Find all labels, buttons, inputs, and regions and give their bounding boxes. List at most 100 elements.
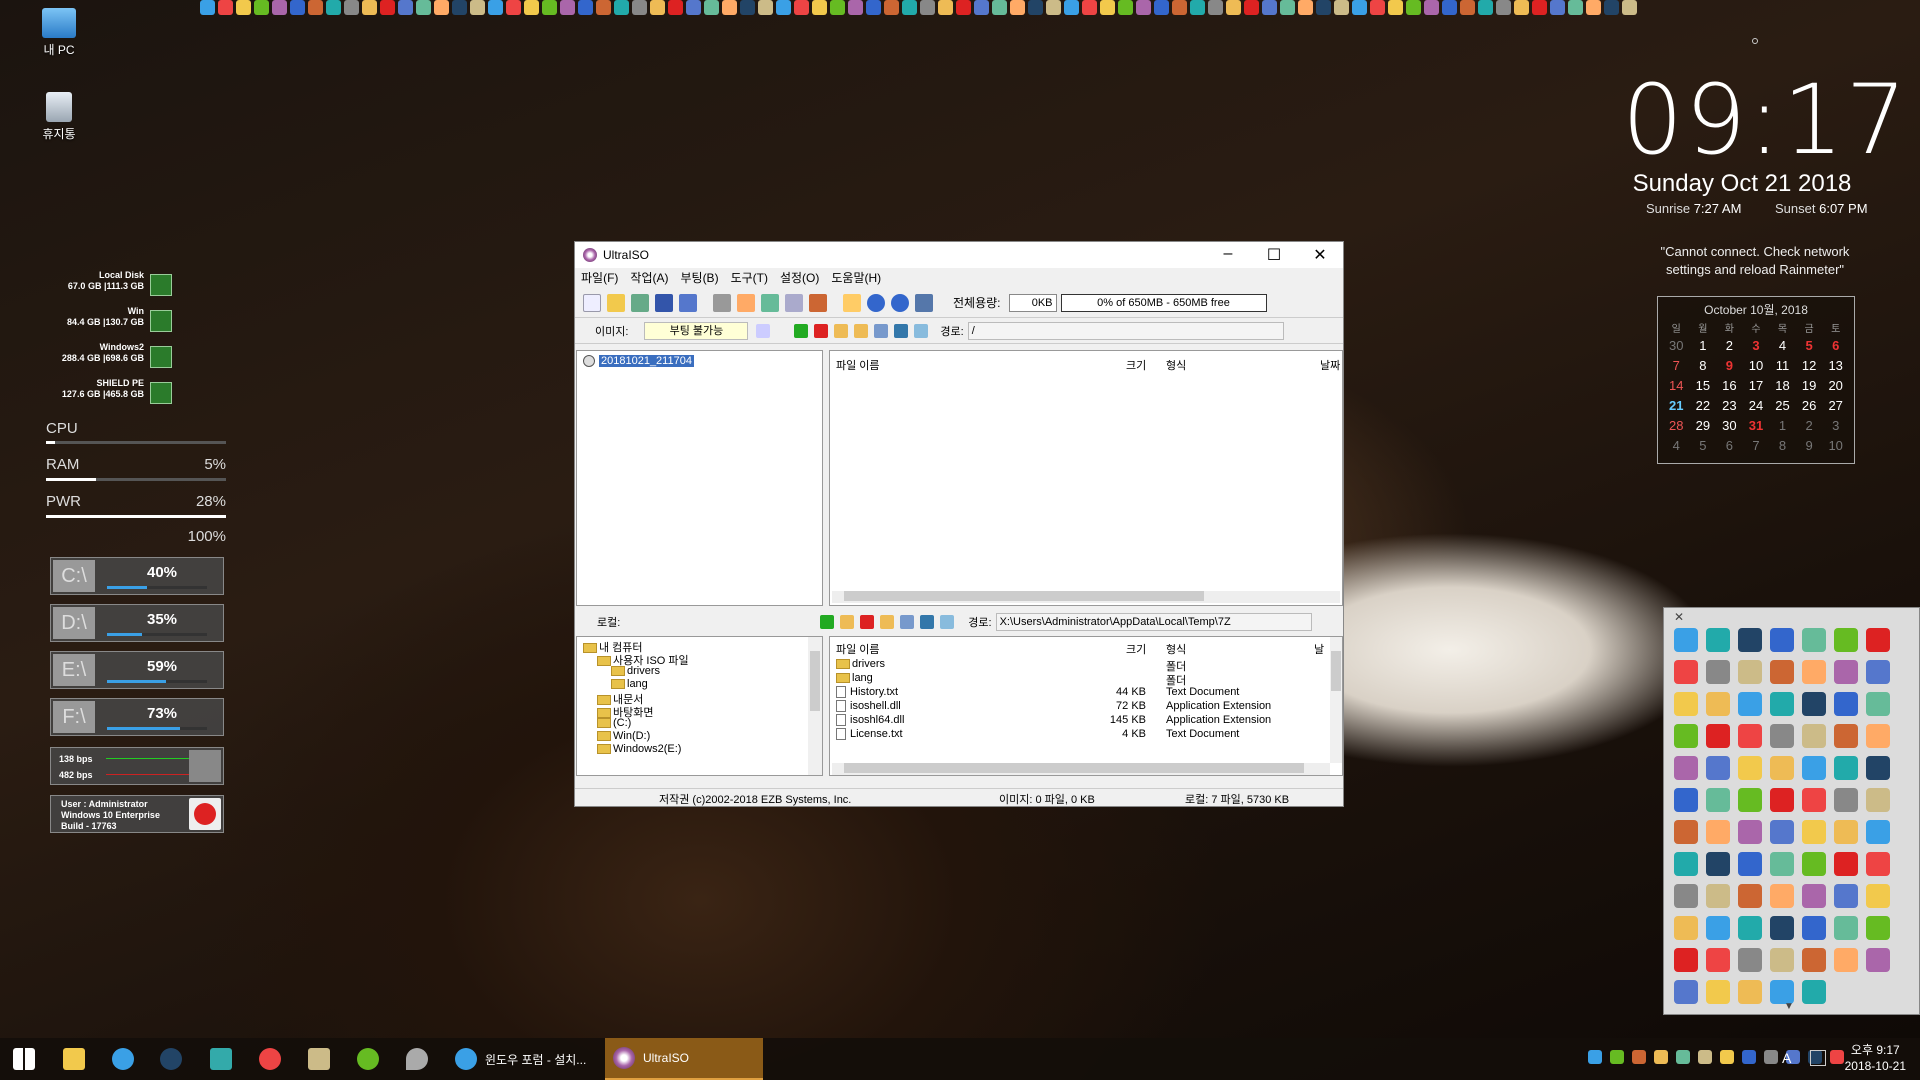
launcher-app-icon[interactable] bbox=[1802, 756, 1826, 780]
up-folder-icon[interactable] bbox=[794, 323, 809, 338]
launcher-app-icon[interactable] bbox=[1802, 628, 1826, 652]
launcher-app-icon[interactable] bbox=[1738, 980, 1762, 1004]
calendar-day[interactable]: 4 bbox=[1769, 335, 1796, 355]
file-explorer-icon[interactable] bbox=[63, 1048, 85, 1070]
quick-launch-icon[interactable] bbox=[902, 0, 917, 15]
calendar-day[interactable]: 26 bbox=[1796, 395, 1823, 415]
quick-launch-icon[interactable] bbox=[884, 0, 899, 15]
launcher-app-icon[interactable] bbox=[1866, 852, 1890, 876]
launcher-app-icon[interactable] bbox=[1674, 852, 1698, 876]
quick-launch-icon[interactable] bbox=[1496, 0, 1511, 15]
local-path-field[interactable]: X:\Users\Administrator\AppData\Local\Tem… bbox=[995, 613, 1312, 631]
launcher-app-icon[interactable] bbox=[1802, 820, 1826, 844]
launcher-app-icon[interactable] bbox=[1770, 884, 1794, 908]
calendar-day[interactable]: 13 bbox=[1822, 355, 1849, 375]
new-folder-icon[interactable] bbox=[834, 323, 849, 338]
local-file-list[interactable]: 파일 이름 크기 형식 날 drivers 폴더 lang 폴더 History.txt… bbox=[829, 636, 1343, 776]
menu-item[interactable]: 파일(F) bbox=[581, 268, 618, 288]
save-icon[interactable] bbox=[655, 293, 673, 312]
app-leaf-icon[interactable] bbox=[357, 1048, 379, 1070]
help-icon[interactable] bbox=[891, 293, 909, 312]
quick-launch-icon[interactable] bbox=[794, 0, 809, 15]
calendar-day[interactable]: 10 bbox=[1743, 355, 1770, 375]
quick-launch-icon[interactable] bbox=[596, 0, 611, 15]
launcher-app-icon[interactable] bbox=[1866, 756, 1890, 780]
launcher-app-icon[interactable] bbox=[1674, 820, 1698, 844]
iso-file-list[interactable]: 파일 이름 크기 형식 날짜 bbox=[829, 350, 1343, 606]
quick-launch-icon[interactable] bbox=[668, 0, 683, 15]
launcher-app-icon[interactable] bbox=[1706, 884, 1730, 908]
column-header-name[interactable]: 파일 이름 bbox=[836, 357, 880, 373]
exit-icon[interactable] bbox=[915, 293, 933, 312]
menu-item[interactable]: 부팅(B) bbox=[680, 268, 718, 288]
calendar-day[interactable]: 8 bbox=[1690, 355, 1717, 375]
launcher-app-icon[interactable] bbox=[1706, 756, 1730, 780]
open-icon[interactable] bbox=[607, 293, 625, 312]
calendar-day[interactable]: 9 bbox=[1716, 355, 1743, 375]
menu-item[interactable]: 도움말(H) bbox=[831, 268, 881, 288]
tray-icon[interactable] bbox=[1830, 1050, 1844, 1064]
launcher-app-icon[interactable] bbox=[1706, 820, 1730, 844]
calendar-day[interactable]: 20 bbox=[1822, 375, 1849, 395]
quick-launch-icon[interactable] bbox=[1586, 0, 1601, 15]
folder-icon[interactable] bbox=[854, 323, 869, 338]
calendar-day[interactable]: 2 bbox=[1716, 335, 1743, 355]
quick-launch-icon[interactable] bbox=[704, 0, 719, 15]
quick-launch-icon[interactable] bbox=[992, 0, 1007, 15]
calendar-day[interactable]: 22 bbox=[1690, 395, 1717, 415]
tree-item[interactable]: drivers bbox=[611, 665, 660, 677]
quick-launch-icon[interactable] bbox=[1136, 0, 1151, 15]
launcher-app-icon[interactable] bbox=[1802, 852, 1826, 876]
quick-launch-icon[interactable] bbox=[1604, 0, 1619, 15]
app-box-icon[interactable] bbox=[210, 1048, 232, 1070]
tray-icon[interactable] bbox=[1720, 1050, 1734, 1064]
iso-tree-pane[interactable]: 20181021_211704 bbox=[576, 350, 823, 606]
quick-launch-icon[interactable] bbox=[1424, 0, 1439, 15]
calendar-day[interactable]: 12 bbox=[1796, 355, 1823, 375]
calendar-day[interactable]: 8 bbox=[1769, 435, 1796, 455]
column-header-date[interactable]: 날짜 bbox=[1320, 357, 1340, 373]
tray-icon[interactable] bbox=[1654, 1050, 1668, 1064]
quick-launch-icon[interactable] bbox=[326, 0, 341, 15]
quick-launch-icon[interactable] bbox=[560, 0, 575, 15]
quick-launch-icon[interactable] bbox=[380, 0, 395, 15]
launcher-app-icon[interactable] bbox=[1866, 820, 1890, 844]
quick-launch-icon[interactable] bbox=[1082, 0, 1097, 15]
launcher-app-icon[interactable] bbox=[1834, 660, 1858, 684]
quick-launch-icon[interactable] bbox=[1316, 0, 1331, 15]
quick-launch-icon[interactable] bbox=[758, 0, 773, 15]
desktop-icon-recycle-bin[interactable]: 휴지통 bbox=[24, 92, 94, 142]
quick-launch-icon[interactable] bbox=[920, 0, 935, 15]
quick-launch-icon[interactable] bbox=[1478, 0, 1493, 15]
desktop-icon-my-pc[interactable]: 내 PC bbox=[24, 8, 94, 58]
save-multi-icon[interactable] bbox=[679, 293, 697, 312]
launcher-app-icon[interactable] bbox=[1706, 948, 1730, 972]
launcher-app-icon[interactable] bbox=[1738, 948, 1762, 972]
quick-launch-icon[interactable] bbox=[1226, 0, 1241, 15]
chevron-down-icon[interactable]: ▼ bbox=[1784, 1001, 1794, 1012]
disk-usage-panel[interactable]: C:\ 40% bbox=[50, 557, 224, 595]
options-icon[interactable] bbox=[843, 293, 861, 312]
launcher-app-icon[interactable] bbox=[1802, 788, 1826, 812]
power-button[interactable] bbox=[189, 798, 221, 830]
quick-launch-icon[interactable] bbox=[722, 0, 737, 15]
launcher-app-icon[interactable] bbox=[1738, 884, 1762, 908]
quick-launch-icon[interactable] bbox=[686, 0, 701, 15]
calendar-day[interactable]: 1 bbox=[1769, 415, 1796, 435]
calendar-day[interactable]: 21 bbox=[1663, 395, 1690, 415]
launcher-app-icon[interactable] bbox=[1706, 660, 1730, 684]
quick-launch-icon[interactable] bbox=[578, 0, 593, 15]
quick-launch-icon[interactable] bbox=[1118, 0, 1133, 15]
launcher-app-icon[interactable] bbox=[1802, 884, 1826, 908]
quick-launch-icon[interactable] bbox=[218, 0, 233, 15]
quick-launch-icon[interactable] bbox=[434, 0, 449, 15]
delete-icon[interactable] bbox=[860, 615, 875, 629]
quick-launch-icon[interactable] bbox=[1352, 0, 1367, 15]
launcher-app-icon[interactable] bbox=[1770, 660, 1794, 684]
launcher-app-icon[interactable] bbox=[1770, 788, 1794, 812]
calendar-day[interactable]: 14 bbox=[1663, 375, 1690, 395]
quick-launch-icon[interactable] bbox=[1370, 0, 1385, 15]
quick-launch-icon[interactable] bbox=[1460, 0, 1475, 15]
tray-icon[interactable] bbox=[1632, 1050, 1646, 1064]
launcher-app-icon[interactable] bbox=[1834, 724, 1858, 748]
